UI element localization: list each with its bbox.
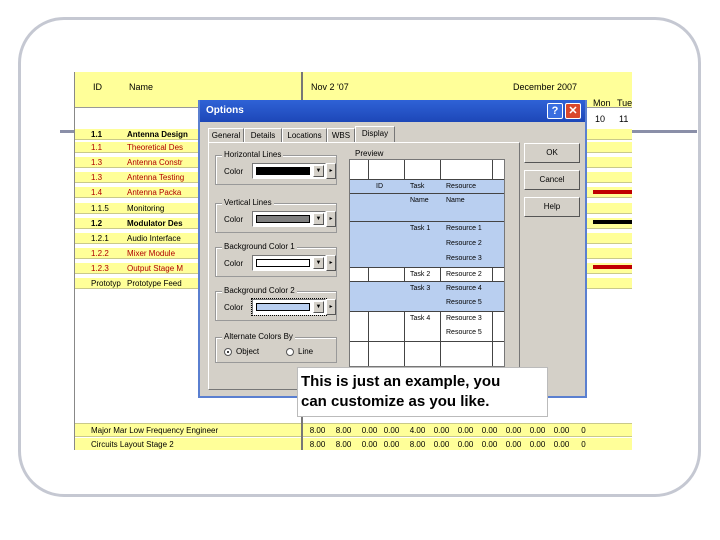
background-1-color-select[interactable]: ▼ xyxy=(252,255,326,271)
slide-divider-right xyxy=(632,130,697,133)
background-1-more-button[interactable]: ▸ xyxy=(326,255,336,271)
resource-hours-row: 8.00 8.00 0.00 0.00 8.00 0.00 0.00 0.00 … xyxy=(303,438,632,450)
background-color-1-label: Background Color 1 xyxy=(222,242,297,251)
preview-row xyxy=(350,160,504,180)
cancel-button[interactable]: Cancel xyxy=(524,170,580,190)
chevron-down-icon[interactable]: ▼ xyxy=(313,257,324,269)
gantt-summary-bar[interactable] xyxy=(593,220,632,224)
vertical-color-select[interactable]: ▼ xyxy=(252,211,326,227)
column-name[interactable]: Name xyxy=(129,82,153,92)
gantt-bar[interactable] xyxy=(593,265,632,269)
dialog-title: Options xyxy=(206,105,244,116)
preview-row: Task 3 Resource 4 Resource 5 xyxy=(350,282,504,312)
color-label: Color xyxy=(224,167,244,176)
horizontal-color-select[interactable]: ▼ xyxy=(252,163,326,179)
background-color-1-group: Background Color 1 Color ▼ ▸ xyxy=(215,242,337,277)
day-label-mon: Mon xyxy=(593,98,611,108)
timescale-right: December 2007 xyxy=(513,82,578,92)
example-callout: This is just an example, you can customi… xyxy=(297,367,548,417)
display-tab-panel: Horizontal Lines Color ▼ ▸ Vertical Line… xyxy=(208,142,520,390)
background-2-more-button[interactable]: ▸ xyxy=(326,299,336,315)
preview-label: Preview xyxy=(353,149,386,158)
column-id[interactable]: ID xyxy=(93,82,102,92)
tab-locations[interactable]: Locations xyxy=(282,128,327,142)
alternate-colors-group: Alternate Colors By Object Line xyxy=(215,332,337,363)
resource-hours-row: 8.00 8.00 0.00 0.00 4.00 0.00 0.00 0.00 … xyxy=(303,424,632,437)
slide-divider-left xyxy=(60,130,74,133)
background-2-color-select[interactable]: ▼ xyxy=(251,298,327,316)
options-dialog: Options ? ✕ General Details Locations WB… xyxy=(198,100,587,398)
alternate-colors-label: Alternate Colors By xyxy=(222,332,295,341)
background-1-color-swatch xyxy=(256,259,310,267)
preview-pane: ID Task Resource Name Name Task 1 Resour… xyxy=(349,159,505,367)
background-2-color-swatch xyxy=(256,303,310,311)
callout-line-2: can customize as you like. xyxy=(301,393,490,410)
callout-line-1: This is just an example, you xyxy=(301,373,501,390)
preview-header-row: ID Task Resource xyxy=(350,180,504,194)
chevron-down-icon[interactable]: ▼ xyxy=(313,165,324,177)
date-label-10: 10 xyxy=(595,114,606,124)
horizontal-lines-group: Horizontal Lines Color ▼ ▸ xyxy=(215,150,337,185)
ok-button[interactable]: OK xyxy=(524,143,580,163)
tab-display[interactable]: Display xyxy=(355,126,395,143)
background-color-2-group: Background Color 2 Color ▼ ▸ xyxy=(215,286,337,321)
vertical-lines-label: Vertical Lines xyxy=(222,198,274,207)
radio-object-label: Object xyxy=(236,347,260,356)
preview-row: Task 2 Resource 2 xyxy=(350,268,504,282)
resource-row[interactable]: Circuits Layout Stage 2 xyxy=(75,438,301,450)
preview-row: Task 1 Resource 1 Resource 2 Resource 3 xyxy=(350,222,504,268)
horizontal-color-swatch xyxy=(256,167,310,175)
tab-wbs[interactable]: WBS xyxy=(327,128,355,142)
dialog-title-bar[interactable]: Options ? ✕ xyxy=(200,100,585,122)
background-color-2-label: Background Color 2 xyxy=(222,286,297,295)
help-button[interactable]: Help xyxy=(524,197,580,217)
color-label: Color xyxy=(224,303,244,312)
horizontal-more-button[interactable]: ▸ xyxy=(326,163,336,179)
color-label: Color xyxy=(224,215,244,224)
chevron-down-icon[interactable]: ▼ xyxy=(313,213,324,225)
radio-object[interactable] xyxy=(224,348,232,356)
resource-row[interactable]: Major Mar Low Frequency Engineer xyxy=(75,424,301,437)
horizontal-lines-label: Horizontal Lines xyxy=(222,150,284,159)
color-label: Color xyxy=(224,259,244,268)
vertical-lines-group: Vertical Lines Color ▼ ▸ xyxy=(215,198,337,233)
gantt-bar[interactable] xyxy=(593,190,632,194)
chevron-down-icon[interactable]: ▼ xyxy=(313,301,324,313)
timescale-left: Nov 2 '07 xyxy=(311,82,349,92)
radio-line[interactable] xyxy=(286,348,294,356)
preview-name-row: Name Name xyxy=(350,194,504,222)
preview-row: Task 4 Resource 3 Resource 5 xyxy=(350,312,504,342)
vertical-color-swatch xyxy=(256,215,310,223)
radio-line-label: Line xyxy=(298,347,314,356)
tab-general[interactable]: General xyxy=(208,128,244,142)
day-label-tue: Tue xyxy=(617,98,632,108)
close-icon[interactable]: ✕ xyxy=(565,103,581,119)
tab-details[interactable]: Details xyxy=(244,128,282,142)
date-label-11: 11 xyxy=(619,114,629,124)
help-icon[interactable]: ? xyxy=(547,103,563,119)
vertical-more-button[interactable]: ▸ xyxy=(326,211,336,227)
